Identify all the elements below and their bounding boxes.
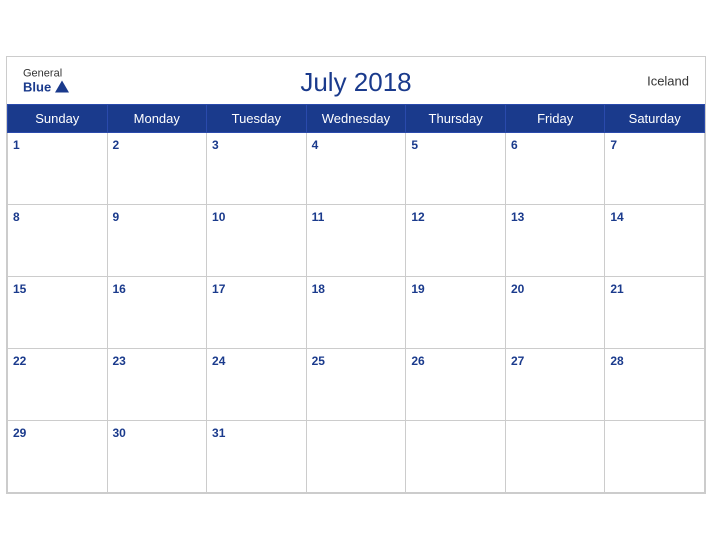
day-number: 30 (113, 426, 126, 440)
day-number: 24 (212, 354, 225, 368)
day-number: 18 (312, 282, 325, 296)
day-number: 13 (511, 210, 524, 224)
calendar-cell: 30 (107, 421, 207, 493)
calendar-cell: 26 (406, 349, 506, 421)
logo-blue: Blue (23, 79, 69, 94)
calendar-cell: 19 (406, 277, 506, 349)
week-row-5: 29 30 31 (8, 421, 705, 493)
calendar-cell: 25 (306, 349, 406, 421)
calendar-cell: 21 (605, 277, 705, 349)
calendar-cell: 10 (207, 205, 307, 277)
calendar-cell: 16 (107, 277, 207, 349)
week-row-3: 15 16 17 18 19 20 21 (8, 277, 705, 349)
calendar-cell: 14 (605, 205, 705, 277)
week-row-1: 1 2 3 4 5 6 7 (8, 133, 705, 205)
day-number: 2 (113, 138, 120, 152)
calendar-cell: 28 (605, 349, 705, 421)
calendar-cell: 24 (207, 349, 307, 421)
calendar-cell: 18 (306, 277, 406, 349)
calendar-cell: 22 (8, 349, 108, 421)
calendar-cell: 27 (505, 349, 604, 421)
day-number: 8 (13, 210, 20, 224)
day-number: 25 (312, 354, 325, 368)
day-number: 14 (610, 210, 623, 224)
day-number: 4 (312, 138, 319, 152)
header-friday: Friday (505, 105, 604, 133)
calendar-body: 1234567891011121314151617181920212223242… (8, 133, 705, 493)
day-number: 23 (113, 354, 126, 368)
day-number: 19 (411, 282, 424, 296)
weekday-header-row: Sunday Monday Tuesday Wednesday Thursday… (8, 105, 705, 133)
header-tuesday: Tuesday (207, 105, 307, 133)
day-number: 9 (113, 210, 120, 224)
calendar-cell: 4 (306, 133, 406, 205)
header-sunday: Sunday (8, 105, 108, 133)
day-number: 11 (312, 210, 325, 224)
calendar-title: July 2018 (300, 67, 411, 98)
country-label: Iceland (647, 73, 689, 88)
day-number: 21 (610, 282, 623, 296)
calendar-cell (306, 421, 406, 493)
calendar-cell: 1 (8, 133, 108, 205)
header-wednesday: Wednesday (306, 105, 406, 133)
day-number: 10 (212, 210, 225, 224)
calendar-cell: 13 (505, 205, 604, 277)
calendar-cell: 3 (207, 133, 307, 205)
day-number: 16 (113, 282, 126, 296)
calendar-cell: 20 (505, 277, 604, 349)
calendar-cell (505, 421, 604, 493)
calendar-cell: 6 (505, 133, 604, 205)
day-number: 12 (411, 210, 424, 224)
day-number: 29 (13, 426, 26, 440)
logo-general: General (23, 67, 62, 79)
logo: General Blue (23, 67, 69, 94)
calendar-cell: 8 (8, 205, 108, 277)
day-number: 27 (511, 354, 524, 368)
calendar-cell (406, 421, 506, 493)
day-number: 5 (411, 138, 418, 152)
calendar-cell: 23 (107, 349, 207, 421)
logo-triangle-icon (55, 81, 69, 93)
calendar-cell (605, 421, 705, 493)
header-thursday: Thursday (406, 105, 506, 133)
day-number: 7 (610, 138, 617, 152)
calendar-cell: 2 (107, 133, 207, 205)
day-number: 15 (13, 282, 26, 296)
day-number: 3 (212, 138, 219, 152)
calendar-cell: 5 (406, 133, 506, 205)
day-number: 17 (212, 282, 225, 296)
day-number: 20 (511, 282, 524, 296)
day-number: 31 (212, 426, 225, 440)
calendar-cell: 11 (306, 205, 406, 277)
calendar-cell: 12 (406, 205, 506, 277)
calendar-container: General Blue July 2018 Iceland Sunday Mo… (6, 56, 706, 494)
calendar-header: General Blue July 2018 Iceland (7, 57, 705, 104)
calendar-cell: 7 (605, 133, 705, 205)
day-number: 1 (13, 138, 20, 152)
day-number: 28 (610, 354, 623, 368)
calendar-cell: 29 (8, 421, 108, 493)
header-monday: Monday (107, 105, 207, 133)
calendar-cell: 31 (207, 421, 307, 493)
calendar-cell: 17 (207, 277, 307, 349)
week-row-2: 8 9 10 11 12 13 14 (8, 205, 705, 277)
day-number: 22 (13, 354, 26, 368)
day-number: 26 (411, 354, 424, 368)
calendar-cell: 9 (107, 205, 207, 277)
week-row-4: 22 23 24 25 26 27 28 (8, 349, 705, 421)
day-number: 6 (511, 138, 518, 152)
calendar-cell: 15 (8, 277, 108, 349)
calendar-grid: Sunday Monday Tuesday Wednesday Thursday… (7, 104, 705, 493)
header-saturday: Saturday (605, 105, 705, 133)
